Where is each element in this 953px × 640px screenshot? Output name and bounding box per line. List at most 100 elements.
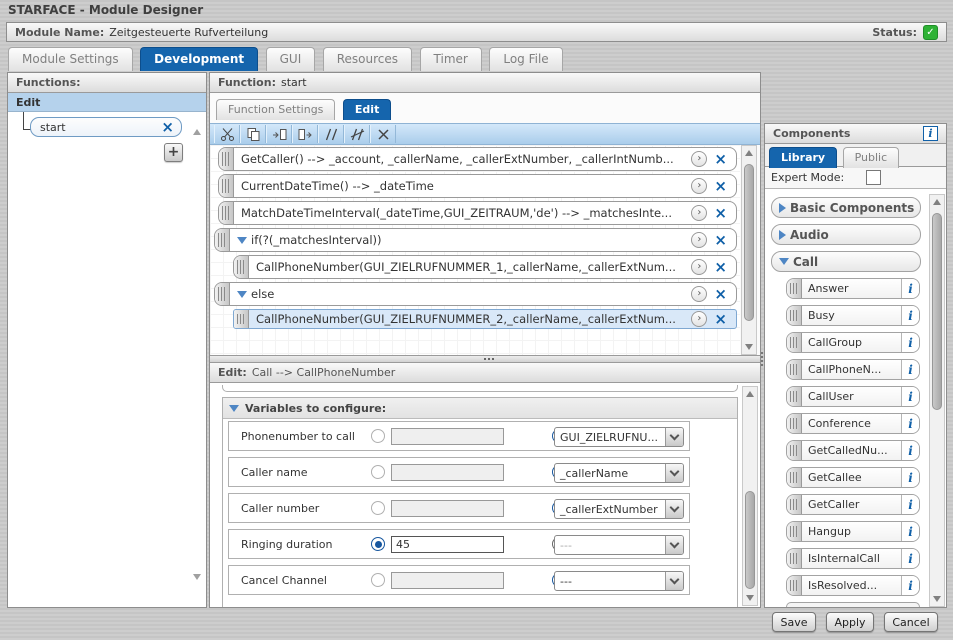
component-info-icon[interactable]: i	[901, 522, 919, 541]
components-info-icon[interactable]: i	[923, 126, 938, 141]
delete-function-icon[interactable]: ×	[161, 120, 174, 135]
component-info-icon[interactable]: i	[901, 495, 919, 514]
collapse-block-icon[interactable]	[237, 291, 247, 298]
component-callphonenumber[interactable]: CallPhoneN... i	[786, 359, 920, 380]
drag-handle-icon[interactable]	[215, 283, 230, 305]
apply-button[interactable]: Apply	[826, 612, 874, 632]
component-isinternalcall[interactable]: IsInternalCall i	[786, 548, 920, 569]
expand-group-icon[interactable]	[779, 203, 786, 213]
drag-handle-icon[interactable]	[787, 495, 802, 514]
delete-icon[interactable]	[370, 125, 396, 143]
scroll-up-icon[interactable]	[930, 195, 944, 209]
group-basic-components[interactable]: Basic Components	[771, 197, 921, 218]
code-row-matchdatetime[interactable]: MatchDateTimeInterval(_dateTime,GUI_ZEIT…	[218, 201, 737, 225]
drag-handle-icon[interactable]	[219, 202, 234, 224]
collapse-section-icon[interactable]	[229, 405, 239, 412]
tab-gui[interactable]: GUI	[266, 47, 316, 71]
code-row-callphonenumber-1[interactable]: CallPhoneNumber(GUI_ZIELRUFNUMMER_1,_cal…	[233, 255, 737, 279]
variable-select[interactable]: _callerName	[554, 463, 684, 483]
code-scrollbar[interactable]	[741, 145, 757, 355]
code-row-getcaller[interactable]: GetCaller() --> _account, _callerName, _…	[218, 147, 737, 171]
scrollbar-thumb[interactable]	[744, 164, 754, 321]
component-info-icon[interactable]: i	[901, 576, 919, 595]
manual-value-radio[interactable]	[371, 573, 385, 587]
scroll-up-icon[interactable]	[742, 146, 756, 160]
expand-details-icon[interactable]: ›	[691, 178, 707, 194]
manual-value-radio[interactable]	[371, 429, 385, 443]
save-button[interactable]: Save	[772, 612, 816, 632]
tab-library[interactable]: Library	[769, 147, 837, 168]
comment-icon[interactable]	[318, 125, 344, 143]
drag-handle-icon[interactable]	[219, 148, 234, 170]
scroll-up-icon[interactable]	[743, 387, 757, 401]
tab-log-file[interactable]: Log File	[489, 47, 562, 71]
expand-details-icon[interactable]: ›	[691, 232, 707, 248]
component-info-icon[interactable]: i	[901, 468, 919, 487]
component-getcaller[interactable]: GetCaller i	[786, 494, 920, 515]
scroll-down-icon[interactable]	[742, 340, 756, 354]
variable-select[interactable]: GUI_ZIELRUFNU...	[554, 427, 684, 447]
variable-select[interactable]: ---	[554, 571, 684, 591]
scroll-down-icon[interactable]	[930, 592, 944, 606]
expand-group-icon[interactable]	[779, 230, 786, 240]
functions-group-edit[interactable]: Edit	[8, 93, 206, 112]
drag-handle-icon[interactable]	[787, 387, 802, 406]
variables-section-header[interactable]: Variables to configure:	[223, 398, 737, 419]
functions-scroll-up-icon[interactable]	[193, 116, 201, 129]
manual-value-input[interactable]	[391, 500, 504, 517]
collapse-block-icon[interactable]	[237, 237, 247, 244]
function-node-start[interactable]: start ×	[30, 117, 182, 137]
drag-handle-icon[interactable]	[787, 576, 802, 595]
tab-module-settings[interactable]: Module Settings	[8, 47, 133, 71]
vertical-splitter-grip-icon[interactable]	[761, 352, 763, 354]
chevron-down-icon[interactable]	[665, 464, 683, 482]
drag-handle-icon[interactable]	[787, 414, 802, 433]
group-call[interactable]: Call	[771, 251, 921, 272]
drag-handle-icon[interactable]	[787, 306, 802, 325]
component-getcallee[interactable]: GetCallee i	[786, 467, 920, 488]
component-info-icon[interactable]: i	[901, 549, 919, 568]
remove-row-icon[interactable]: ×	[714, 206, 727, 221]
edit-scrollbar[interactable]	[742, 386, 758, 606]
component-info-icon[interactable]: i	[901, 387, 919, 406]
drag-handle-icon[interactable]	[787, 549, 802, 568]
add-function-button[interactable]: +	[164, 143, 183, 162]
expand-details-icon[interactable]: ›	[691, 286, 707, 302]
remove-row-icon[interactable]: ×	[714, 312, 727, 327]
paste-after-icon[interactable]	[292, 125, 318, 143]
drag-handle-icon[interactable]	[215, 229, 230, 251]
variable-select[interactable]: ---	[554, 535, 684, 555]
code-row-currentdatetime[interactable]: CurrentDateTime() --> _dateTime › ×	[218, 174, 737, 198]
manual-value-input[interactable]	[391, 536, 504, 553]
tab-resources[interactable]: Resources	[323, 47, 412, 71]
drag-handle-icon[interactable]	[787, 360, 802, 379]
expand-details-icon[interactable]: ›	[691, 311, 707, 327]
manual-value-radio[interactable]	[371, 501, 385, 515]
component-info-icon[interactable]: i	[901, 441, 919, 460]
code-row-if[interactable]: if(?(_matchesInterval)) › ×	[214, 228, 737, 252]
chevron-down-icon[interactable]	[665, 572, 683, 590]
horizontal-splitter[interactable]	[210, 355, 760, 363]
component-conference[interactable]: Conference i	[786, 413, 920, 434]
component-getcallednumber[interactable]: GetCalledNu... i	[786, 440, 920, 461]
scroll-down-icon[interactable]	[743, 591, 757, 605]
tab-timer[interactable]: Timer	[420, 47, 482, 71]
remove-row-icon[interactable]: ×	[714, 260, 727, 275]
component-info-icon[interactable]: i	[901, 414, 919, 433]
code-row-else[interactable]: else › ×	[214, 282, 737, 306]
collapse-group-icon[interactable]	[779, 258, 789, 265]
drag-handle-icon[interactable]	[234, 256, 249, 278]
drag-handle-icon[interactable]	[787, 279, 802, 298]
scrollbar-thumb[interactable]	[745, 491, 755, 589]
manual-value-input[interactable]	[391, 428, 504, 445]
component-isresolved[interactable]: IsResolved... i	[786, 575, 920, 596]
expand-details-icon[interactable]: ›	[691, 205, 707, 221]
components-scrollbar[interactable]	[929, 194, 945, 607]
drag-handle-icon[interactable]	[787, 441, 802, 460]
manual-value-input[interactable]	[391, 464, 504, 481]
cancel-button[interactable]: Cancel	[884, 612, 938, 632]
drag-handle-icon[interactable]	[787, 468, 802, 487]
chevron-down-icon[interactable]	[665, 428, 683, 446]
scrollbar-thumb[interactable]	[932, 213, 942, 410]
component-busy[interactable]: Busy i	[786, 305, 920, 326]
